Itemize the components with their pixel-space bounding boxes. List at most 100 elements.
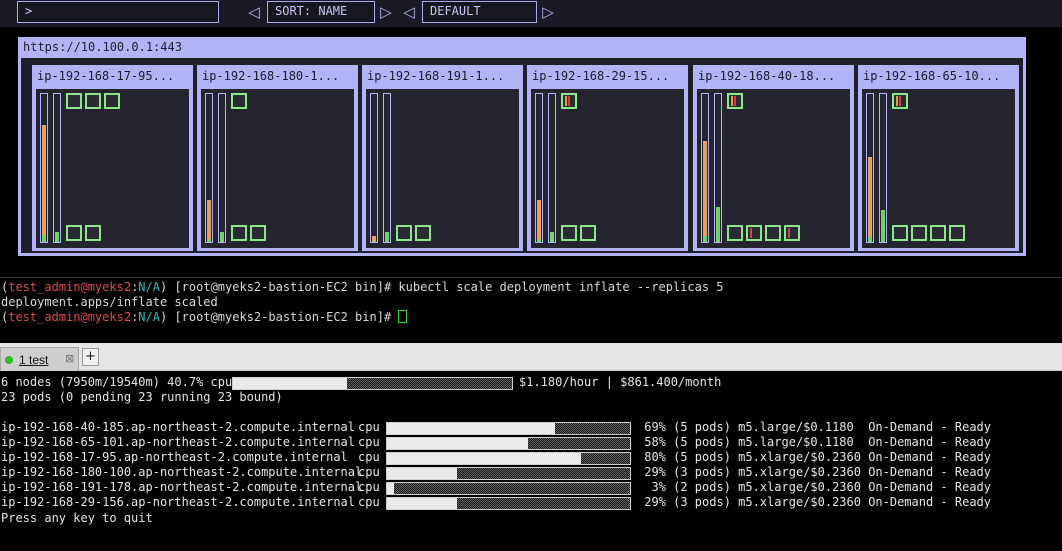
- theme-selector[interactable]: DEFAULT: [422, 1, 537, 23]
- node-detail: 58% (5 pods) m5.large/$0.1180 On-Demand …: [637, 435, 992, 449]
- node-card-body: [531, 89, 684, 248]
- node-name: ip-192-168-180-100.ap-northeast-2.comput…: [1, 465, 363, 479]
- sort-selector[interactable]: SORT: NAME: [267, 1, 375, 23]
- cluster-cost: $1.180/hour | $861.400/month: [519, 375, 722, 389]
- pod-box[interactable]: [85, 93, 101, 109]
- prompt-user: test_admin@myeks2: [8, 310, 132, 324]
- node-card-label: ip-192-168-180-1...: [202, 69, 340, 83]
- pod-box[interactable]: [66, 225, 82, 241]
- memory-gauge-fill: [550, 232, 554, 242]
- pod-box[interactable]: [396, 225, 412, 241]
- pod-box[interactable]: [250, 225, 266, 241]
- resource-label: cpu: [358, 420, 380, 434]
- memory-gauge-fill: [716, 207, 720, 242]
- pod-box[interactable]: [561, 225, 577, 241]
- node-card-label: ip-192-168-40-18...: [698, 69, 836, 83]
- pod-usage-bar: [896, 96, 898, 106]
- pod-box[interactable]: [66, 93, 82, 109]
- terminal-line-prompt[interactable]: (test_admin@myeks2:N/A) [root@myeks2-bas…: [1, 310, 408, 325]
- terminal-pane[interactable]: (test_admin@myeks2:N/A) [root@myeks2-bas…: [0, 277, 1062, 343]
- node-cpu-bar: [386, 467, 631, 480]
- node-detail: 29% (3 pods) m5.xlarge/$0.2360 On-Demand…: [637, 495, 992, 509]
- node-card[interactable]: ip-192-168-29-15...: [527, 65, 688, 251]
- theme-next-arrow-icon[interactable]: ▷: [540, 2, 556, 22]
- pod-box[interactable]: [784, 225, 800, 241]
- prompt-host: [root@myeks2-bastion-EC2 bin]#: [167, 310, 399, 324]
- pod-box[interactable]: [746, 225, 762, 241]
- close-icon[interactable]: ⊠: [65, 352, 74, 366]
- node-card[interactable]: ip-192-168-180-1...: [197, 65, 358, 251]
- cpu-gauge: [866, 93, 874, 243]
- cpu-gauge: [205, 93, 213, 243]
- pod-box[interactable]: [231, 225, 247, 241]
- node-name: ip-192-168-191-178.ap-northeast-2.comput…: [1, 480, 363, 494]
- pod-box[interactable]: [892, 225, 908, 241]
- pod-usage-bar: [731, 96, 733, 106]
- cpu-gauge-fill: [537, 200, 541, 242]
- pod-box[interactable]: [580, 225, 596, 241]
- node-card[interactable]: ip-192-168-17-95...: [32, 65, 193, 251]
- sort-next-arrow-icon[interactable]: ▷: [378, 2, 394, 22]
- pod-usage-bar: [734, 96, 736, 106]
- memory-gauge: [53, 93, 61, 243]
- sort-prev-arrow-icon[interactable]: ◁: [246, 2, 262, 22]
- node-name: ip-192-168-17-95.ap-northeast-2.compute.…: [1, 450, 348, 464]
- tab-test[interactable]: 1 test ⊠: [0, 347, 79, 371]
- pod-box[interactable]: [561, 93, 577, 109]
- node-name: ip-192-168-65-101.ap-northeast-2.compute…: [1, 435, 356, 449]
- resource-label: cpu: [358, 465, 380, 479]
- memory-gauge: [218, 93, 226, 243]
- memory-gauge-fill: [385, 232, 389, 242]
- pod-box[interactable]: [892, 93, 908, 109]
- node-card[interactable]: ip-192-168-40-18...: [693, 65, 854, 251]
- resource-label: cpu: [358, 495, 380, 509]
- pod-box[interactable]: [727, 93, 743, 109]
- node-detail: 80% (5 pods) m5.xlarge/$0.2360 On-Demand…: [637, 450, 992, 464]
- cluster-panel: https://10.100.0.1:443 ip-192-168-17-95.…: [18, 37, 1026, 256]
- status-dot-icon: [5, 356, 13, 364]
- add-tab-button[interactable]: +: [82, 348, 99, 366]
- node-card-body: [862, 89, 1015, 248]
- memory-gauge-fill: [55, 232, 59, 242]
- node-cpu-bar: [386, 497, 631, 510]
- node-name: ip-192-168-29-156.ap-northeast-2.compute…: [1, 495, 356, 509]
- pod-box[interactable]: [765, 225, 781, 241]
- filter-input[interactable]: >: [17, 1, 219, 23]
- node-card[interactable]: ip-192-168-191-1...: [362, 65, 523, 251]
- memory-gauge: [879, 93, 887, 243]
- tmux-tab-bar: 1 test ⊠ +: [0, 343, 1062, 371]
- pods-summary: 23 pods (0 pending 23 running 23 bound): [1, 390, 283, 404]
- pod-box[interactable]: [104, 93, 120, 109]
- cpu-gauge-fill: [703, 141, 707, 242]
- pod-box[interactable]: [415, 225, 431, 241]
- memory-gauge: [383, 93, 391, 243]
- cpu-gauge: [535, 93, 543, 243]
- memory-gauge-fill: [220, 232, 224, 242]
- pod-box[interactable]: [949, 225, 965, 241]
- pod-box[interactable]: [727, 225, 743, 241]
- cpu-gauge: [701, 93, 709, 243]
- node-card-label: ip-192-168-29-15...: [532, 69, 670, 83]
- node-card-label: ip-192-168-191-1...: [367, 69, 505, 83]
- node-cpu-bar-fill: [387, 423, 555, 434]
- node-card[interactable]: ip-192-168-65-10...: [858, 65, 1019, 251]
- pod-box[interactable]: [231, 93, 247, 109]
- cpu-gauge: [370, 93, 378, 243]
- cluster-url: https://10.100.0.1:443: [23, 40, 182, 54]
- memory-gauge: [714, 93, 722, 243]
- pod-box[interactable]: [85, 225, 101, 241]
- pod-box[interactable]: [930, 225, 946, 241]
- pod-box[interactable]: [911, 225, 927, 241]
- theme-prev-arrow-icon[interactable]: ◁: [401, 2, 417, 22]
- terminal-cursor: [398, 310, 408, 323]
- node-card-label: ip-192-168-65-10...: [863, 69, 1001, 83]
- pod-usage-bar: [565, 96, 567, 106]
- pod-usage-bar: [568, 96, 570, 106]
- eks-node-viewer: 6 nodes (7950m/19540m) 40.7% cpu $1.180/…: [0, 371, 1062, 551]
- quit-hint: Press any key to quit: [1, 511, 153, 525]
- dashboard-toolbar: > ◁ SORT: NAME ▷ ◁ DEFAULT ▷: [0, 0, 1062, 27]
- resource-label: cpu: [358, 480, 380, 494]
- node-cpu-bar: [386, 452, 631, 465]
- node-card-body: [201, 89, 354, 248]
- cpu-gauge-fill: [207, 200, 211, 242]
